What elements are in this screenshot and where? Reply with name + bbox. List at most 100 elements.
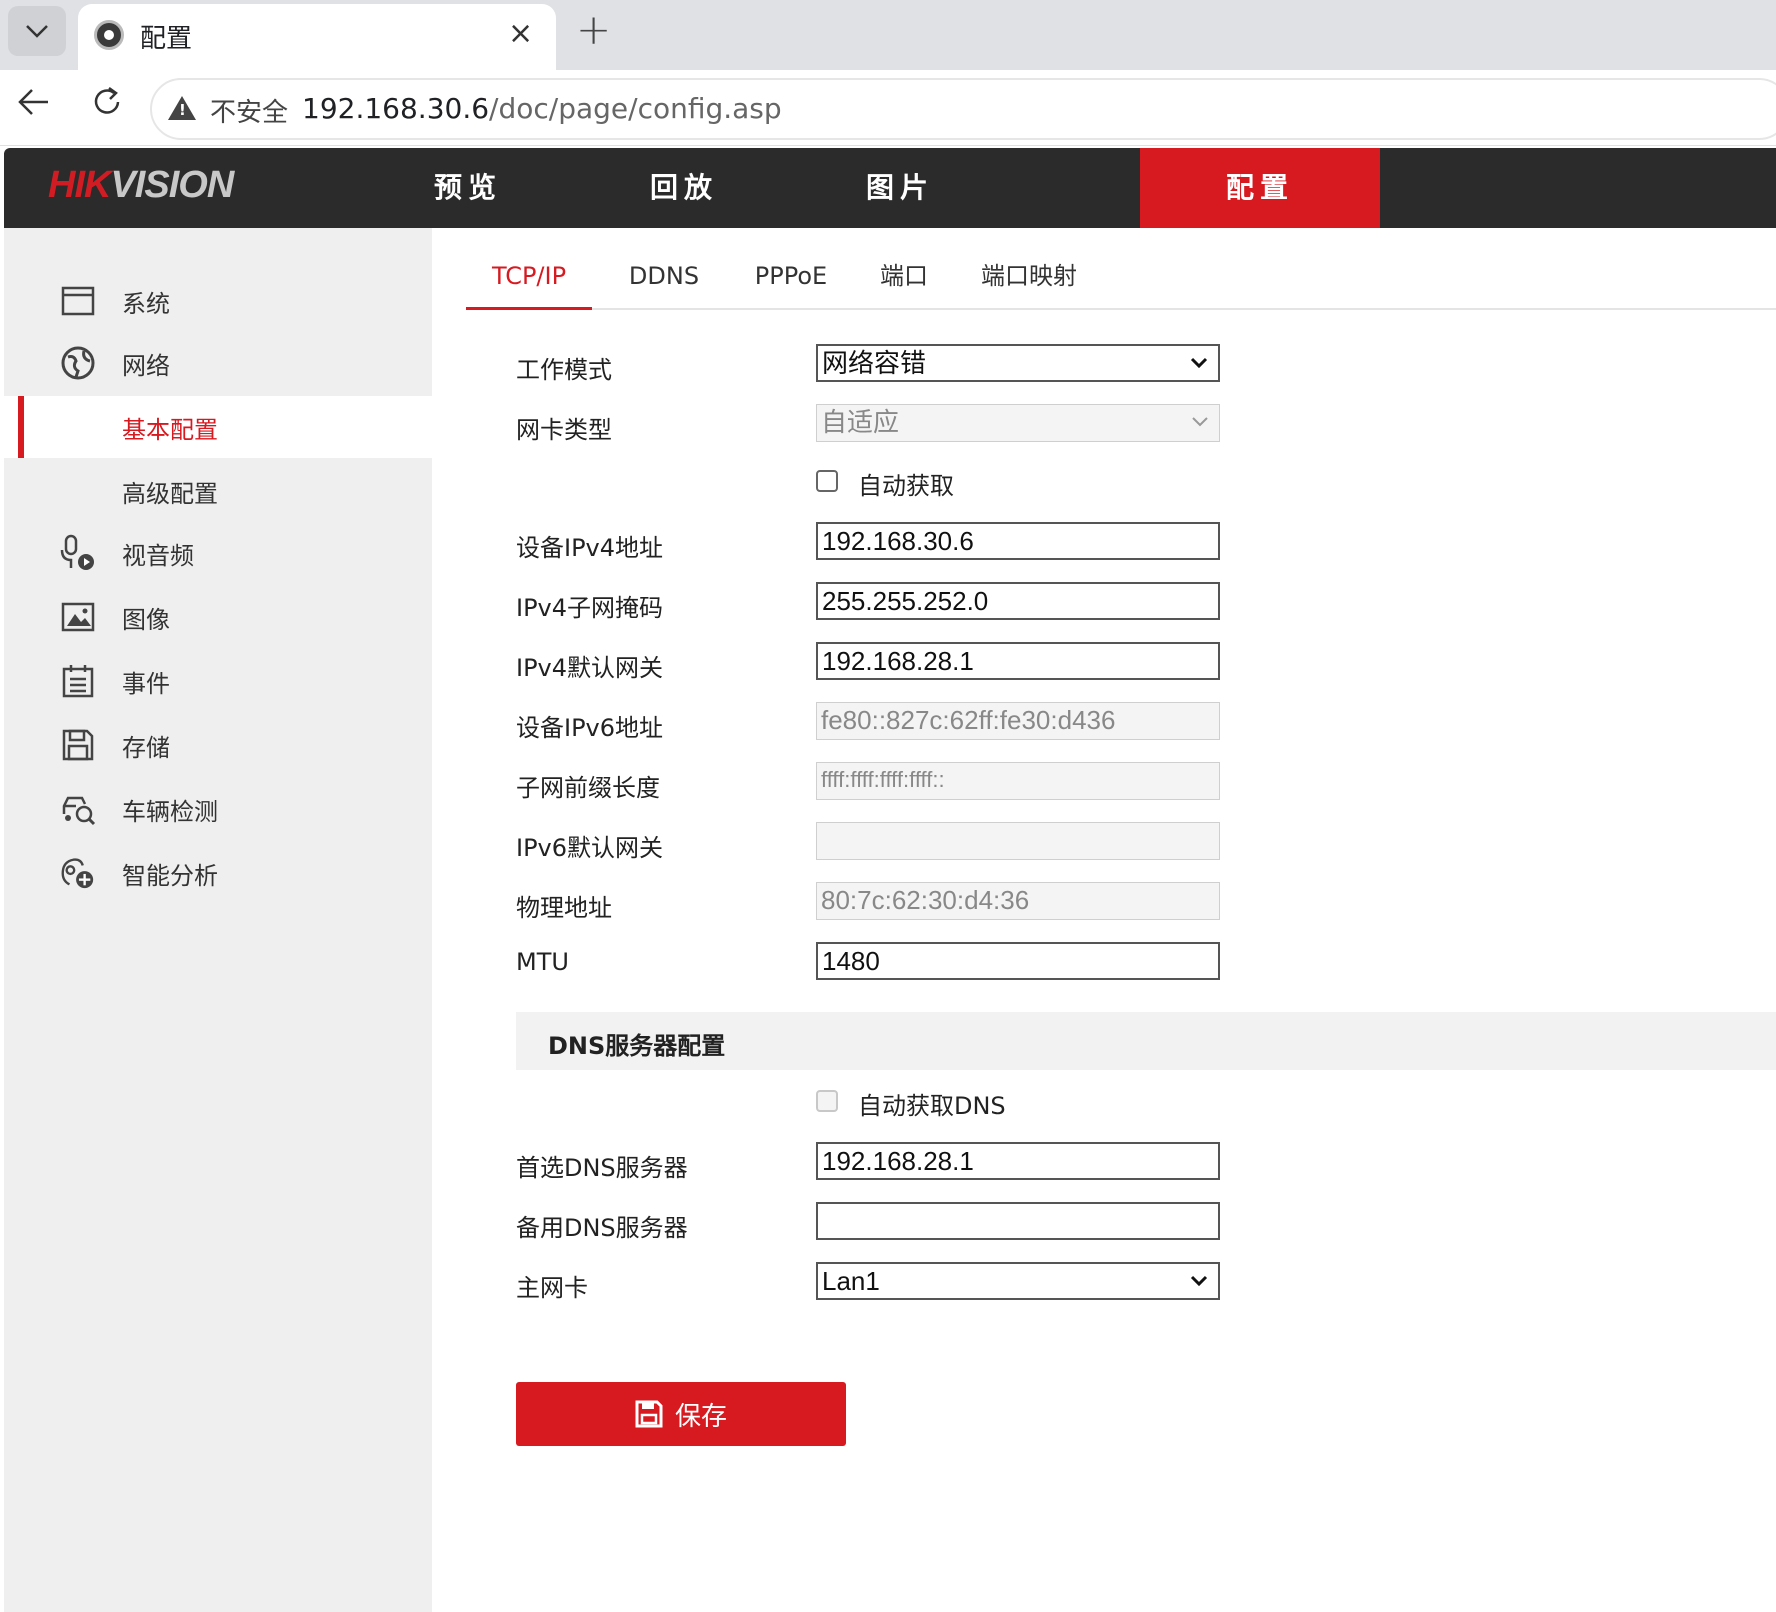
ipv6-prefix-input[interactable]: ffff:ffff:ffff:ffff:: bbox=[816, 762, 1220, 800]
ipv4-gateway-input[interactable]: 192.168.28.1 bbox=[816, 642, 1220, 680]
sidebar: 系统 网络 基本配置 高级配置 视音频 图像 事件 存储 车辆检测 智能分析 bbox=[4, 228, 432, 1612]
reload-icon[interactable] bbox=[90, 84, 124, 131]
preferred-dns-input[interactable]: 192.168.28.1 bbox=[816, 1142, 1220, 1180]
save-icon bbox=[635, 1400, 663, 1428]
dhcp-checkbox[interactable] bbox=[816, 470, 838, 492]
browser-tab[interactable]: 配置 × bbox=[78, 4, 556, 70]
dns-section-header: DNS服务器配置 bbox=[516, 1012, 1776, 1070]
tab-ddns[interactable]: DDNS bbox=[614, 248, 714, 310]
ipv4-address-input[interactable]: 192.168.30.6 bbox=[816, 522, 1220, 560]
chevron-down-icon bbox=[1192, 417, 1208, 427]
work-mode-value: 网络容错 bbox=[822, 348, 927, 378]
address-bar: 不安全 192.168.30.6/doc/page/config.asp bbox=[0, 70, 1776, 146]
url-path: /doc/page/config.asp bbox=[489, 92, 782, 125]
tab-port[interactable]: 端口 bbox=[866, 248, 942, 310]
nic-type-select[interactable]: 自适应 bbox=[816, 404, 1220, 442]
work-mode-select[interactable]: 网络容错 bbox=[816, 344, 1220, 382]
nav-playback[interactable]: 回放 bbox=[564, 148, 804, 228]
disk-icon bbox=[60, 727, 96, 763]
dns-section-title: DNS服务器配置 bbox=[548, 1032, 726, 1060]
ipv4-address-row: 设备IPv4地址 192.168.30.6 bbox=[516, 522, 1220, 562]
sidebar-item-network[interactable]: 网络 bbox=[4, 332, 432, 394]
globe-icon bbox=[60, 345, 96, 381]
ipv6-gateway-input[interactable] bbox=[816, 822, 1220, 860]
sidebar-item-intelligent-analysis[interactable]: 智能分析 bbox=[4, 842, 432, 904]
url-input[interactable]: 不安全 192.168.30.6/doc/page/config.asp bbox=[150, 78, 1776, 140]
work-mode-row: 工作模式 网络容错 bbox=[516, 344, 1220, 384]
ipv6-address-label: 设备IPv6地址 bbox=[516, 714, 664, 742]
alternate-dns-label: 备用DNS服务器 bbox=[516, 1214, 688, 1242]
back-arrow-icon[interactable] bbox=[16, 84, 52, 129]
auto-dns-label: 自动获取DNS bbox=[858, 1092, 1006, 1120]
not-secure-label[interactable]: 不安全 bbox=[210, 92, 288, 129]
mac-address-label: 物理地址 bbox=[516, 894, 612, 922]
ipv4-gateway-row: IPv4默认网关 192.168.28.1 bbox=[516, 642, 1220, 682]
mtu-row: MTU 1480 bbox=[516, 942, 1220, 982]
main-content: TCP/IP DDNS PPPoE 端口 端口映射 工作模式 网络容错 网卡类型… bbox=[432, 228, 1776, 1612]
auto-dns-checkbox[interactable] bbox=[816, 1090, 838, 1112]
nav-picture[interactable]: 图片 bbox=[780, 148, 1020, 228]
tab-port-mapping[interactable]: 端口映射 bbox=[966, 248, 1092, 310]
sidebar-item-basic-config[interactable]: 基本配置 bbox=[4, 396, 432, 458]
ipv6-prefix-row: 子网前缀长度 ffff:ffff:ffff:ffff:: bbox=[516, 762, 1220, 802]
mac-address-input[interactable]: 80:7c:62:30:d4:36 bbox=[816, 882, 1220, 920]
mac-address-row: 物理地址 80:7c:62:30:d4:36 bbox=[516, 882, 1220, 922]
tab-pppoe[interactable]: PPPoE bbox=[736, 248, 846, 310]
tab-title: 配置 bbox=[140, 24, 193, 54]
car-search-icon bbox=[60, 791, 96, 827]
nic-type-label: 网卡类型 bbox=[516, 416, 612, 444]
sidebar-item-label: 基本配置 bbox=[122, 415, 218, 444]
close-tab-icon[interactable]: × bbox=[508, 14, 533, 54]
calendar-icon bbox=[60, 663, 96, 699]
sidebar-item-label: 图像 bbox=[122, 605, 170, 634]
sidebar-item-image[interactable]: 图像 bbox=[4, 586, 432, 648]
window-icon bbox=[60, 283, 96, 319]
dhcp-label: 自动获取 bbox=[858, 472, 954, 500]
sidebar-item-event[interactable]: 事件 bbox=[4, 650, 432, 712]
chevron-down-icon bbox=[26, 25, 48, 38]
mtu-input[interactable]: 1480 bbox=[816, 942, 1220, 980]
ipv6-gateway-label: IPv6默认网关 bbox=[516, 834, 664, 862]
analysis-icon bbox=[60, 855, 96, 891]
browser-tabstrip: 配置 × + bbox=[0, 0, 1776, 70]
ipv6-gateway-row: IPv6默认网关 bbox=[516, 822, 1220, 862]
main-nic-row: 主网卡 Lan1 bbox=[516, 1262, 1220, 1302]
url-text: 192.168.30.6/doc/page/config.asp bbox=[302, 92, 782, 125]
sidebar-item-vehicle-detection[interactable]: 车辆检测 bbox=[4, 778, 432, 840]
ipv4-mask-row: IPv4子网掩码 255.255.252.0 bbox=[516, 582, 1220, 622]
ipv6-address-row: 设备IPv6地址 fe80::827c:62ff:fe30:d436 bbox=[516, 702, 1220, 742]
save-label: 保存 bbox=[674, 1401, 727, 1432]
sidebar-item-video-audio[interactable]: 视音频 bbox=[4, 522, 432, 584]
nav-preview[interactable]: 预览 bbox=[348, 148, 588, 228]
url-host: 192.168.30.6 bbox=[302, 92, 490, 125]
main-nic-select[interactable]: Lan1 bbox=[816, 1262, 1220, 1300]
nic-type-value: 自适应 bbox=[821, 407, 900, 437]
sidebar-item-advanced-config[interactable]: 高级配置 bbox=[4, 460, 432, 522]
hikvision-logo: HIKVISION bbox=[48, 164, 234, 206]
tab-search-button[interactable] bbox=[8, 6, 66, 56]
tab-tcpip[interactable]: TCP/IP bbox=[466, 248, 592, 310]
microphone-icon bbox=[60, 534, 96, 571]
sidebar-item-storage[interactable]: 存储 bbox=[4, 714, 432, 776]
save-button[interactable]: 保存 bbox=[516, 1382, 846, 1446]
config-tabs: TCP/IP DDNS PPPoE 端口 端口映射 bbox=[466, 248, 1776, 310]
work-mode-label: 工作模式 bbox=[516, 356, 612, 384]
sidebar-item-system[interactable]: 系统 bbox=[4, 270, 432, 332]
sidebar-item-label: 高级配置 bbox=[122, 479, 218, 508]
mtu-label: MTU bbox=[516, 948, 569, 976]
new-tab-icon[interactable]: + bbox=[576, 8, 611, 52]
sidebar-item-label: 系统 bbox=[122, 289, 170, 318]
ipv4-mask-input[interactable]: 255.255.252.0 bbox=[816, 582, 1220, 620]
nav-configuration[interactable]: 配置 bbox=[1140, 148, 1380, 228]
chevron-down-icon bbox=[1190, 1275, 1208, 1287]
sidebar-item-label: 存储 bbox=[122, 733, 170, 762]
ipv4-gateway-label: IPv4默认网关 bbox=[516, 654, 664, 682]
ipv6-address-input[interactable]: fe80::827c:62ff:fe30:d436 bbox=[816, 702, 1220, 740]
camera-favicon-icon bbox=[94, 20, 124, 50]
warning-icon bbox=[168, 96, 196, 120]
alternate-dns-input[interactable] bbox=[816, 1202, 1220, 1240]
image-icon bbox=[60, 599, 96, 635]
alternate-dns-row: 备用DNS服务器 bbox=[516, 1202, 1220, 1242]
sidebar-item-label: 智能分析 bbox=[122, 861, 218, 890]
sidebar-item-label: 事件 bbox=[122, 669, 170, 698]
